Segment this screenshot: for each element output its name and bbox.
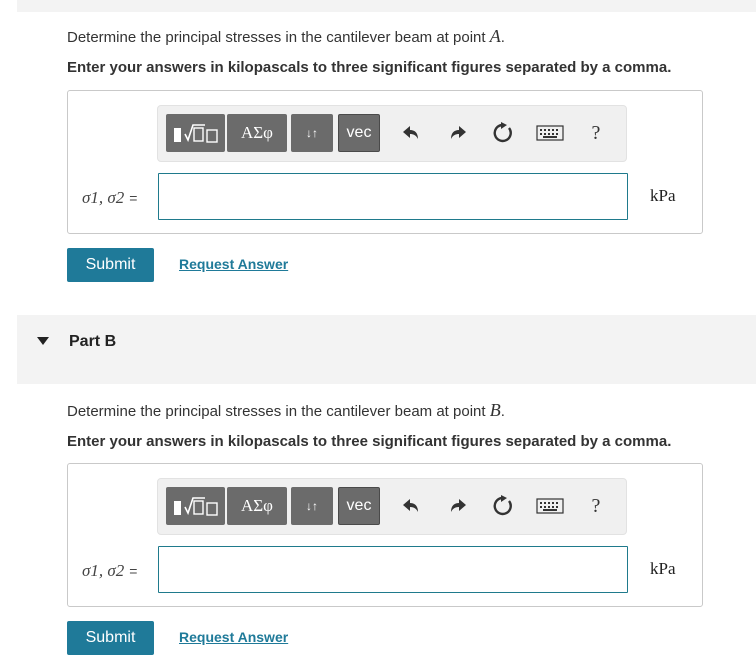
answer-input-a[interactable] [158,173,628,220]
redo-icon[interactable] [445,493,471,519]
point-label: A [489,26,501,46]
answer-input-b[interactable] [158,546,628,593]
keyboard-icon[interactable] [535,493,565,519]
vector-icon[interactable]: vec [338,487,380,525]
question-text-b: Determine the principal stresses in the … [67,400,505,421]
answer-label-b: σ1, σ2 = [82,561,137,581]
greek-symbols-icon[interactable]: ΑΣφ [227,487,287,525]
request-answer-link-a[interactable]: Request Answer [179,256,288,272]
question-prefix: Determine the principal stresses in the … [67,403,490,420]
unit-label-b: kPa [650,559,676,578]
subscript-superscript-icon[interactable]: ↓↑ [291,114,333,152]
instruction-text-a: Enter your answers in kilopascals to thr… [67,59,672,76]
question-suffix: . [500,29,505,46]
templates-icon[interactable] [166,487,225,525]
question-suffix: . [500,403,505,420]
part-title: Part B [69,333,117,350]
equals-sign: = [129,563,138,579]
sigma-label: σ1, σ2 [82,188,125,207]
submit-button-a[interactable]: Submit [67,248,154,282]
vector-icon[interactable]: vec [338,114,380,152]
help-icon[interactable]: ? [583,120,609,146]
sigma-label: σ1, σ2 [82,561,125,580]
answer-box-b: ΑΣφ ↓↑ vec ? σ1, σ2 = kPa [67,463,703,607]
keyboard-icon[interactable] [535,120,565,146]
math-toolbar-a: ΑΣφ ↓↑ vec ? [157,105,627,162]
previous-section-band [17,0,756,12]
subscript-superscript-icon[interactable]: ↓↑ [291,487,333,525]
part-b-header[interactable]: Part B [17,315,756,384]
templates-icon[interactable] [166,114,225,152]
question-prefix: Determine the principal stresses in the … [67,29,490,46]
reset-icon[interactable] [490,120,516,146]
reset-icon[interactable] [490,493,516,519]
help-icon[interactable]: ? [583,493,609,519]
submit-button-b[interactable]: Submit [67,621,154,655]
equals-sign: = [129,190,138,206]
greek-symbols-icon[interactable]: ΑΣφ [227,114,287,152]
unit-label-a: kPa [650,186,676,205]
answer-label-a: σ1, σ2 = [82,188,137,208]
request-answer-link-b[interactable]: Request Answer [179,629,288,645]
undo-icon[interactable] [398,120,424,146]
question-text-a: Determine the principal stresses in the … [67,26,505,47]
instruction-text-b: Enter your answers in kilopascals to thr… [67,433,672,450]
math-toolbar-b: ΑΣφ ↓↑ vec ? [157,478,627,535]
undo-icon[interactable] [398,493,424,519]
point-label: B [489,400,501,420]
collapse-caret-icon[interactable] [37,337,49,345]
redo-icon[interactable] [445,120,471,146]
answer-box-a: ΑΣφ ↓↑ vec ? σ1, σ2 = kPa [67,90,703,234]
